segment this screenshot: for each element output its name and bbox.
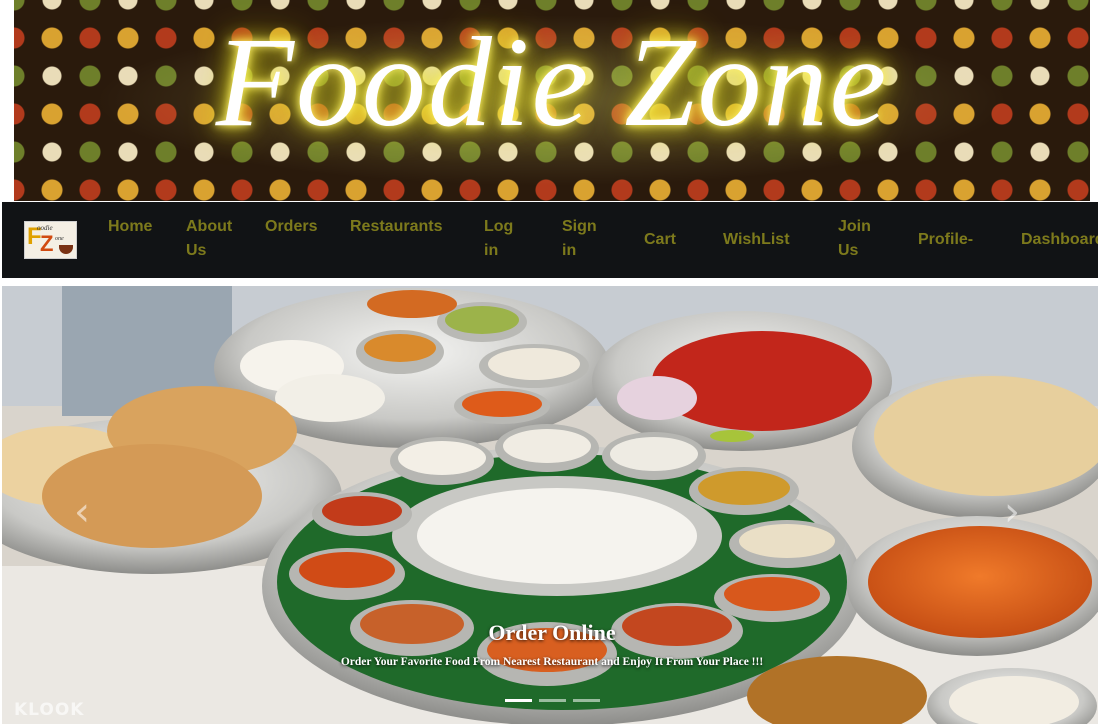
- nav-about-line1: About: [186, 218, 233, 235]
- nav-restaurants[interactable]: Restaurants: [350, 215, 442, 239]
- nav-wishlist[interactable]: WishList: [723, 228, 790, 252]
- nav-profile-dropdown[interactable]: Profile-: [918, 228, 973, 252]
- site-title: Foodie Zone: [215, 11, 889, 153]
- nav-join-line1: Join: [838, 218, 871, 235]
- brand-logo[interactable]: F oodie Z one: [24, 221, 77, 259]
- nav-dashboard[interactable]: Dashboard: [1021, 228, 1098, 252]
- nav-home[interactable]: Home: [108, 215, 152, 239]
- nav-join-us[interactable]: Join Us: [838, 215, 871, 263]
- navbar: F oodie Z one Home About Us Orders Resta…: [2, 202, 1098, 278]
- carousel-prev-icon[interactable]: ‹: [74, 492, 90, 532]
- carousel-indicator-1[interactable]: [505, 699, 532, 702]
- logo-letter-z: Z: [40, 231, 54, 256]
- nav-signin[interactable]: Sign in: [562, 215, 597, 263]
- carousel-caption-text: Order Your Favorite Food From Nearest Re…: [340, 656, 764, 668]
- nav-about-us[interactable]: About Us: [186, 215, 232, 263]
- nav-join-line2: Us: [838, 242, 859, 259]
- nav-login-line2: in: [484, 242, 499, 259]
- hero-carousel: ‹ › Order Online Order Your Favorite Foo…: [2, 286, 1098, 724]
- logo-word-bottom: one: [55, 236, 64, 242]
- nav-login[interactable]: Log in: [484, 215, 513, 263]
- header-banner: Foodie Zone: [14, 0, 1090, 201]
- nav-login-line1: Log: [484, 218, 514, 235]
- carousel-indicator-3[interactable]: [573, 699, 600, 702]
- nav-cart[interactable]: Cart: [644, 228, 676, 252]
- nav-signin-line2: in: [562, 242, 577, 259]
- carousel-indicators: [505, 699, 600, 703]
- image-watermark: KLOOK: [14, 700, 85, 720]
- carousel-indicator-2[interactable]: [539, 699, 566, 702]
- nav-signin-line1: Sign: [562, 218, 597, 235]
- carousel-caption-title: Order Online: [488, 620, 616, 645]
- nav-orders[interactable]: Orders: [265, 215, 317, 239]
- carousel-next-icon[interactable]: ›: [1004, 492, 1020, 532]
- logo-bowl-icon: [59, 245, 73, 254]
- nav-about-line2: Us: [186, 242, 207, 259]
